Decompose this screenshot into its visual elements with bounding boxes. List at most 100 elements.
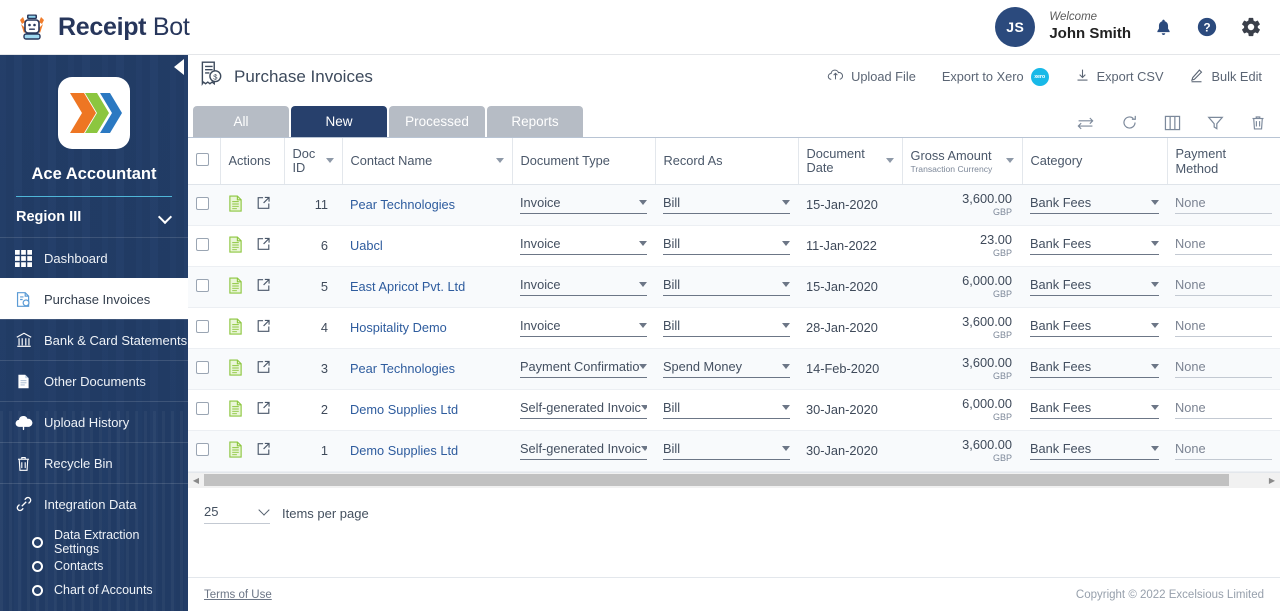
green-document-icon[interactable]	[228, 317, 243, 338]
sort-caret-icon[interactable]	[495, 158, 504, 164]
open-external-icon[interactable]	[256, 195, 271, 214]
columns-icon[interactable]	[1164, 115, 1181, 131]
collapse-left-arrow-icon[interactable]	[174, 59, 184, 75]
export-to-xero-button[interactable]: Export to Xero xero	[942, 67, 1049, 86]
category-select[interactable]: Bank Fees	[1030, 277, 1159, 296]
terms-of-use-link[interactable]: Terms of Use	[204, 589, 272, 601]
sort-caret-icon[interactable]	[325, 158, 334, 164]
row-checkbox[interactable]	[196, 442, 209, 456]
category-select[interactable]: Bank Fees	[1030, 359, 1159, 378]
sort-caret-icon[interactable]	[885, 158, 894, 164]
sidebar-item-purchase-invoices[interactable]: Purchase Invoices	[0, 278, 188, 319]
open-external-icon[interactable]	[256, 359, 271, 378]
category-select[interactable]: Bank Fees	[1030, 400, 1159, 419]
contact-name-link[interactable]: Hospitality Demo	[350, 320, 447, 335]
table-row[interactable]: 11 Pear Technologies Invoice Bill 15-Jan…	[188, 184, 1280, 226]
green-document-icon[interactable]	[228, 440, 243, 461]
table-row[interactable]: 1 Demo Supplies Ltd Self-generated Invoi…	[188, 430, 1280, 472]
category-select[interactable]: Bank Fees	[1030, 236, 1159, 255]
payment-method-select[interactable]: None	[1175, 400, 1272, 419]
row-checkbox[interactable]	[196, 278, 209, 292]
table-row[interactable]: 6 Uabcl Invoice Bill 11-Jan-2022 23.00 G…	[188, 225, 1280, 267]
avatar[interactable]: JS	[995, 7, 1036, 47]
open-external-icon[interactable]	[256, 236, 271, 255]
tab-all[interactable]: All	[193, 106, 289, 137]
document-type-select[interactable]: Self-generated Invoic	[520, 441, 647, 460]
scrollbar-track[interactable]	[204, 473, 1264, 487]
select-all-checkbox[interactable]	[196, 152, 209, 166]
payment-method-select[interactable]: None	[1175, 195, 1272, 214]
sidebar-item-dashboard[interactable]: Dashboard	[0, 237, 188, 278]
table-row[interactable]: 2 Demo Supplies Ltd Self-generated Invoi…	[188, 389, 1280, 431]
document-type-select[interactable]: Invoice	[520, 318, 647, 337]
bulk-edit-button[interactable]: Bulk Edit	[1189, 68, 1262, 86]
filter-funnel-icon[interactable]	[1207, 115, 1224, 131]
record-as-select[interactable]: Bill	[663, 195, 790, 214]
contact-name-link[interactable]: Uabcl	[350, 238, 383, 253]
record-as-select[interactable]: Bill	[663, 277, 790, 296]
sidebar-subitem-data-extraction-settings[interactable]: Data Extraction Settings	[0, 528, 188, 556]
row-checkbox[interactable]	[196, 360, 209, 374]
row-checkbox[interactable]	[196, 196, 209, 210]
green-document-icon[interactable]	[228, 235, 243, 256]
sidebar-subitem-chart-of-accounts[interactable]: Chart of Accounts	[0, 578, 188, 602]
scrollbar-thumb[interactable]	[204, 474, 1229, 486]
green-document-icon[interactable]	[228, 358, 243, 379]
upload-file-button[interactable]: Upload File	[827, 68, 916, 86]
contact-name-link[interactable]: Pear Technologies	[350, 197, 455, 212]
tab-new[interactable]: New	[291, 106, 387, 137]
sidebar-item-bank-card-statements[interactable]: Bank & Card Statements	[0, 319, 188, 360]
contact-name-link[interactable]: Demo Supplies Ltd	[350, 443, 458, 458]
record-as-select[interactable]: Bill	[663, 236, 790, 255]
brand[interactable]: Receipt Bot	[0, 11, 190, 43]
tab-reports[interactable]: Reports	[487, 106, 583, 137]
green-document-icon[interactable]	[228, 276, 243, 297]
sidebar-item-upload-history[interactable]: Upload History	[0, 401, 188, 442]
refresh-icon[interactable]	[1121, 114, 1138, 131]
payment-method-select[interactable]: None	[1175, 236, 1272, 255]
table-row[interactable]: 4 Hospitality Demo Invoice Bill 28-Jan-2…	[188, 307, 1280, 349]
document-type-select[interactable]: Invoice	[520, 277, 647, 296]
record-as-select[interactable]: Spend Money	[663, 359, 790, 378]
sort-caret-icon[interactable]	[1005, 158, 1014, 164]
open-external-icon[interactable]	[256, 441, 271, 460]
swap-arrows-icon[interactable]	[1076, 115, 1095, 131]
help-circle-icon[interactable]: ?	[1196, 16, 1218, 38]
payment-method-select[interactable]: None	[1175, 277, 1272, 296]
document-type-select[interactable]: Self-generated Invoic	[520, 400, 647, 419]
contact-name-link[interactable]: East Apricot Pvt. Ltd	[350, 279, 465, 294]
export-csv-button[interactable]: Export CSV	[1075, 68, 1163, 86]
payment-method-select[interactable]: None	[1175, 441, 1272, 460]
tab-processed[interactable]: Processed	[389, 106, 485, 137]
items-per-page-select[interactable]: 25	[204, 504, 270, 524]
record-as-select[interactable]: Bill	[663, 318, 790, 337]
document-type-select[interactable]: Payment Confirmatio	[520, 359, 647, 378]
green-document-icon[interactable]	[228, 399, 243, 420]
record-as-select[interactable]: Bill	[663, 441, 790, 460]
horizontal-scrollbar[interactable]: ◀ ▶	[188, 471, 1280, 488]
table-row[interactable]: 3 Pear Technologies Payment Confirmatio …	[188, 348, 1280, 390]
document-type-select[interactable]: Invoice	[520, 195, 647, 214]
scroll-left-arrow-icon[interactable]: ◀	[188, 476, 204, 485]
payment-method-select[interactable]: None	[1175, 359, 1272, 378]
contact-name-link[interactable]: Demo Supplies Ltd	[350, 402, 458, 417]
open-external-icon[interactable]	[256, 400, 271, 419]
table-row[interactable]: 5 East Apricot Pvt. Ltd Invoice Bill 15-…	[188, 266, 1280, 308]
row-checkbox[interactable]	[196, 401, 209, 415]
bell-icon[interactable]	[1153, 17, 1174, 38]
gear-icon[interactable]	[1240, 16, 1262, 38]
payment-method-select[interactable]: None	[1175, 318, 1272, 337]
delete-trash-icon[interactable]	[1250, 114, 1266, 131]
open-external-icon[interactable]	[256, 277, 271, 296]
sidebar-item-integration-data[interactable]: Integration Data	[0, 483, 188, 524]
row-checkbox[interactable]	[196, 237, 209, 251]
category-select[interactable]: Bank Fees	[1030, 318, 1159, 337]
category-select[interactable]: Bank Fees	[1030, 441, 1159, 460]
scroll-right-arrow-icon[interactable]: ▶	[1264, 476, 1280, 485]
sidebar-subitem-contacts[interactable]: Contacts	[0, 554, 188, 578]
sidebar-item-other-documents[interactable]: Other Documents	[0, 360, 188, 401]
region-selector[interactable]: Region III	[0, 197, 188, 237]
row-checkbox[interactable]	[196, 319, 209, 333]
document-type-select[interactable]: Invoice	[520, 236, 647, 255]
green-document-icon[interactable]	[228, 194, 243, 215]
